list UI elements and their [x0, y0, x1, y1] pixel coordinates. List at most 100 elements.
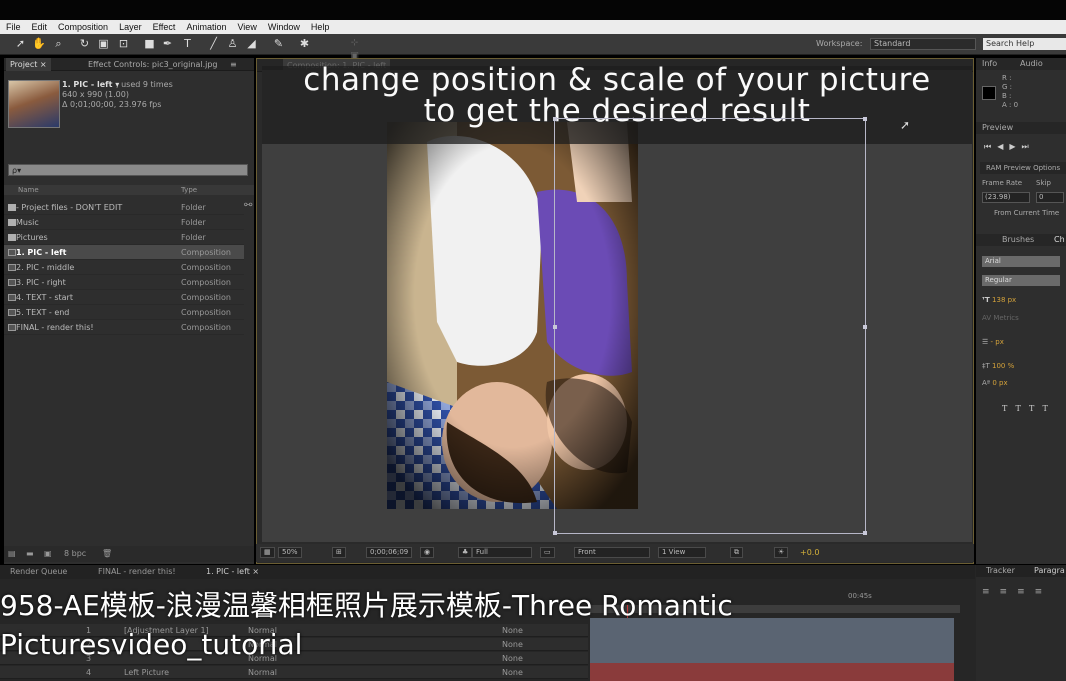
font-style-select[interactable]: Regular: [982, 275, 1060, 286]
tab-paragraph[interactable]: Paragra: [1034, 565, 1065, 577]
hand-tool-icon[interactable]: ✋: [32, 37, 46, 50]
project-item[interactable]: 5. TEXT - end Composition: [4, 305, 244, 320]
layer-bar-left-picture[interactable]: [590, 663, 954, 681]
from-current-time-checkbox[interactable]: From Current Time: [994, 209, 1059, 217]
project-item[interactable]: 2. PIC - middle Composition: [4, 260, 244, 275]
tab-preview[interactable]: Preview: [976, 122, 1066, 134]
roto-brush-tool-icon[interactable]: ✎: [272, 37, 285, 50]
clone-stamp-tool-icon[interactable]: ♙: [226, 37, 239, 50]
selection-tool-icon[interactable]: ➚: [14, 37, 27, 50]
workspace-select[interactable]: Standard: [870, 38, 976, 50]
font-size-field[interactable]: ᵀT 138 px: [982, 296, 1016, 304]
menu-item-file[interactable]: File: [0, 20, 26, 34]
leading-field[interactable]: ☰ - px: [982, 338, 1004, 346]
selected-item-name[interactable]: 1. PIC - left ▾: [62, 80, 119, 89]
transform-handle[interactable]: [863, 531, 867, 535]
rotate-tool-icon[interactable]: ↻: [78, 37, 91, 50]
paragraph-align-icon[interactable]: ≡≡≡≡: [982, 587, 1052, 597]
panel-menu-icon[interactable]: ≡: [226, 58, 241, 71]
transform-handle[interactable]: [553, 117, 557, 121]
resolution-select[interactable]: Full: [472, 547, 532, 558]
pan-behind-tool-icon[interactable]: ⊡: [117, 37, 130, 50]
search-help-input[interactable]: Search Help: [983, 38, 1066, 50]
menu-item-view[interactable]: View: [231, 20, 261, 34]
toggle-grid-icon[interactable]: ▦: [260, 547, 275, 558]
tab-info[interactable]: Info: [982, 59, 997, 68]
menu-item-composition[interactable]: Composition: [52, 20, 113, 34]
tab-effect-controls[interactable]: Effect Controls: pic3_original.jpg: [84, 58, 222, 71]
views-layout-select[interactable]: 1 View: [658, 547, 706, 558]
playback-controls-icon[interactable]: ⏮◀▶⏭: [984, 142, 1035, 152]
menu-item-layer[interactable]: Layer: [113, 20, 147, 34]
project-item[interactable]: 4. TEXT - start Composition: [4, 290, 244, 305]
vertical-scale-field[interactable]: ‡T 100 %: [982, 362, 1014, 370]
brush-tool-icon[interactable]: ╱: [207, 37, 220, 50]
interpret-footage-icon[interactable]: ▤: [8, 546, 16, 562]
project-search-input[interactable]: ρ▾: [8, 164, 248, 176]
transform-handle[interactable]: [863, 117, 867, 121]
project-item[interactable]: Pictures Folder: [4, 230, 244, 245]
new-comp-icon[interactable]: ▣: [44, 546, 52, 562]
zoom-tool-icon[interactable]: ⌕: [52, 37, 65, 50]
text-style-buttons-icon[interactable]: TTTT: [1002, 404, 1056, 413]
baseline-shift-field[interactable]: Aª 0 px: [982, 379, 1008, 387]
exposure-value[interactable]: +0.0: [800, 548, 819, 557]
column-name[interactable]: Name: [18, 185, 39, 195]
menu-item-effect[interactable]: Effect: [147, 20, 181, 34]
tab-brushes[interactable]: Brushes: [1002, 234, 1034, 246]
menu-item-window[interactable]: Window: [262, 20, 305, 34]
timecode-display[interactable]: 0;00;06;09: [366, 547, 413, 558]
skip-select[interactable]: 0: [1036, 192, 1064, 203]
tab-project[interactable]: Project ×: [6, 58, 51, 71]
project-item[interactable]: Music Folder: [4, 215, 244, 230]
channel-icon[interactable]: ♣: [458, 547, 473, 558]
new-folder-icon[interactable]: ▬: [26, 546, 34, 562]
region-of-interest-icon[interactable]: ▭: [540, 547, 555, 558]
bpc-indicator[interactable]: 8 bpc: [64, 546, 86, 562]
frame-rate-select[interactable]: (23.98): [982, 192, 1030, 203]
snapshot-icon[interactable]: ◉: [420, 547, 435, 558]
layer-parent-select[interactable]: None: [502, 624, 523, 637]
tab-pic-left[interactable]: 1. PIC - left ×: [206, 565, 259, 579]
view-select[interactable]: Front: [574, 547, 650, 558]
axis-mode-icon[interactable]: ⊹ ▣ ▦: [348, 37, 361, 74]
project-item[interactable]: 1. PIC - left Composition: [4, 245, 244, 260]
pen-tool-icon[interactable]: ✒: [161, 37, 174, 50]
safe-zones-icon[interactable]: ⊞: [332, 547, 346, 558]
trash-icon[interactable]: 🗑: [102, 546, 112, 562]
tab-tracker[interactable]: Tracker: [986, 565, 1015, 577]
project-item[interactable]: FINAL - render this! Composition: [4, 320, 244, 335]
exposure-icon[interactable]: ☀: [774, 547, 789, 558]
layer-parent-select[interactable]: None: [502, 638, 523, 651]
menu-item-help[interactable]: Help: [305, 20, 335, 34]
fast-preview-icon[interactable]: ⧉: [730, 547, 743, 558]
eraser-tool-icon[interactable]: ◢: [245, 37, 258, 50]
camera-tool-icon[interactable]: ▣: [97, 37, 110, 50]
layer-bounding-box[interactable]: [553, 117, 867, 535]
flowchart-icon[interactable]: ⚯: [244, 200, 252, 211]
type-tool-icon[interactable]: T: [181, 37, 194, 50]
puppet-tool-icon[interactable]: ✱: [298, 37, 311, 50]
tab-audio[interactable]: Audio: [1020, 58, 1043, 70]
transform-handle[interactable]: [553, 325, 557, 329]
layer-name[interactable]: Left Picture: [124, 666, 169, 679]
layer-parent-select[interactable]: None: [502, 652, 523, 665]
transform-handle[interactable]: [553, 531, 557, 535]
layer-parent-select[interactable]: None: [502, 666, 523, 679]
transform-handle[interactable]: [863, 325, 867, 329]
tab-character[interactable]: Ch: [1054, 234, 1065, 246]
tab-render-queue[interactable]: Render Queue: [10, 565, 67, 579]
project-item[interactable]: 3. PIC - right Composition: [4, 275, 244, 290]
tracking-field[interactable]: AV Metrics: [982, 314, 1019, 322]
rectangle-tool-icon[interactable]: ■: [143, 37, 156, 50]
font-family-select[interactable]: Arial: [982, 256, 1060, 267]
column-type[interactable]: Type: [181, 185, 197, 195]
timeline-layer-row[interactable]: 4 Left Picture Normal None: [0, 666, 588, 679]
menu-item-animation[interactable]: Animation: [180, 20, 231, 34]
zoom-select[interactable]: 50%: [278, 547, 302, 558]
ram-preview-options[interactable]: RAM Preview Options: [980, 162, 1066, 174]
tab-final-render[interactable]: FINAL - render this!: [98, 565, 176, 579]
layer-mode-select[interactable]: Normal: [248, 666, 277, 679]
project-item[interactable]: - Project files - DON'T EDIT Folder: [4, 200, 244, 215]
menu-item-edit[interactable]: Edit: [26, 20, 53, 34]
